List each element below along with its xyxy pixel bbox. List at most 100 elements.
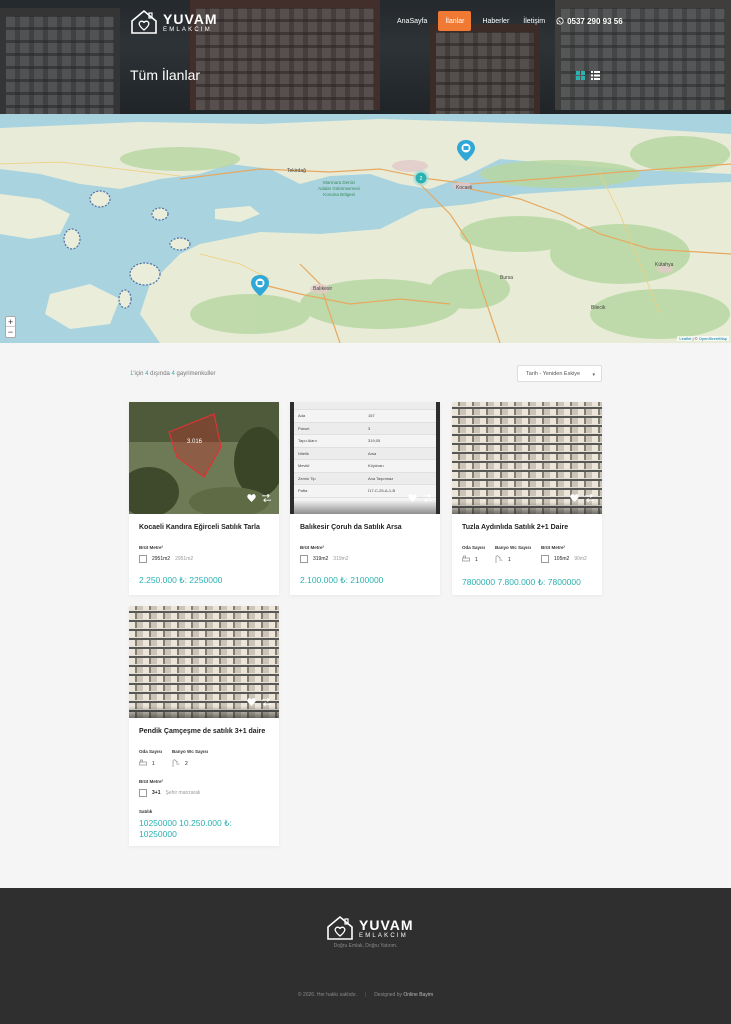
bathroom-count-label: Banyo Wc Sayısı xyxy=(495,545,532,551)
room-count-label: Oda Sayısı xyxy=(462,545,486,551)
result-count: 1'için 4 dışında 4 gayrimenkuller xyxy=(130,371,216,377)
house-heart-icon xyxy=(327,915,353,940)
parcel-field-value: Ana Taşınmaz xyxy=(360,472,440,485)
nav-item-contact[interactable]: İletişim xyxy=(516,11,552,31)
zoom-in-button[interactable]: + xyxy=(6,317,15,327)
listing-price: 10250000 10.250.000 ₺: 10250000 xyxy=(139,818,232,839)
attribution-separator: | © xyxy=(691,336,699,341)
listings-map[interactable]: Tekirdağ Kocaeli Balıkesir Bursa Bilecik… xyxy=(0,114,731,343)
footer-bottom: © 2026. Her hakkı saklıdır. | Designed by … xyxy=(0,992,731,998)
map-label-marmara-protected-area: Marmara Denizi Adalar Gülümsemesi Koruma… xyxy=(318,180,360,197)
compare-icon[interactable] xyxy=(262,693,271,711)
brut-label: Brüt Metre² xyxy=(139,779,164,785)
listing-image[interactable]: 3.016 xyxy=(129,402,279,514)
compare-icon[interactable] xyxy=(262,489,271,507)
footer-logo[interactable]: YUVAM EMLAKCIM xyxy=(326,915,414,941)
brut-label: Brüt Metre² xyxy=(139,545,164,551)
phone-link[interactable]: 0537 290 93 56 xyxy=(556,17,623,26)
map-label-bilecik: Bilecik xyxy=(591,305,606,311)
favorite-icon[interactable] xyxy=(408,489,417,507)
footer-logo-subtitle: EMLAKCIM xyxy=(359,932,408,939)
list-view-icon[interactable] xyxy=(591,71,600,80)
osm-link[interactable]: OpenStreetMap xyxy=(699,336,727,341)
result-count-mid: 'için xyxy=(133,371,146,377)
bed-icon xyxy=(139,759,147,768)
site-logo[interactable]: YUVAM EMLAKCIM xyxy=(130,9,218,35)
parcel-field-value: Köyüvan xyxy=(360,459,440,473)
map-cluster[interactable]: 2 xyxy=(413,170,429,186)
favorite-icon[interactable] xyxy=(247,489,256,507)
card-actions xyxy=(570,489,594,507)
room-count-value: 1 xyxy=(475,556,478,563)
zoom-out-button[interactable]: − xyxy=(6,327,15,337)
listing-card[interactable]: Tuzla Aydınlıda Satılık 2+1 Daire Oda Sa… xyxy=(452,402,602,595)
brut-value: 3+1 xyxy=(152,790,161,797)
nav-item-home[interactable]: AnaSayfa xyxy=(390,11,434,31)
listing-title[interactable]: Tuzla Aydınlıda Satılık 2+1 Daire xyxy=(462,523,592,532)
grid-view-icon[interactable] xyxy=(576,71,585,80)
listing-card[interactable]: 3.016 Kocaeli Kandıra Eğirceli Satılık T… xyxy=(129,402,279,595)
listing-image[interactable] xyxy=(129,606,279,718)
copyright-text: © 2026. Her hakkı saklıdır. xyxy=(297,992,357,998)
area-icon xyxy=(541,555,550,564)
main-nav: AnaSayfa İlanlar Haberler İletişim 0537 … xyxy=(390,11,623,31)
brut-value: 105m2 xyxy=(554,556,570,563)
listing-card[interactable]: Ada 157 Parsel 3 Tapu Alanı 319,05 Nitelik A… xyxy=(290,402,440,595)
whatsapp-icon xyxy=(556,17,564,25)
area-icon xyxy=(139,555,147,564)
map-label-kutahya: Kütahya xyxy=(655,262,674,268)
net-value: 90m2 xyxy=(574,556,587,563)
parcel-field-label: Parsel xyxy=(290,422,360,435)
net-value: 319m2 xyxy=(333,556,349,563)
nav-item-news[interactable]: Haberler xyxy=(475,11,516,31)
designer-link[interactable]: Online Bayim xyxy=(403,992,433,998)
listing-price: 2.250.000 ₺: 2250000 xyxy=(139,575,223,586)
listing-status: Satılık xyxy=(139,809,153,815)
favorite-icon[interactable] xyxy=(247,693,256,711)
map-cluster-count: 2 xyxy=(420,176,423,182)
shower-icon xyxy=(172,759,180,769)
map-attribution: Leaflet | © OpenStreetMap xyxy=(677,336,729,341)
sort-value: Tarih - Yeniden Eskiye xyxy=(526,370,581,377)
net-value: 2951m2 xyxy=(175,556,194,563)
listing-image[interactable]: Ada 157 Parsel 3 Tapu Alanı 319,05 Nitelik A… xyxy=(290,402,440,514)
sort-select[interactable]: Tarih - Yeniden Eskiye ▾ xyxy=(517,365,602,382)
result-count-suffix: gayrimenkuller xyxy=(174,371,216,377)
bathroom-count-value: 1 xyxy=(508,557,511,564)
bed-icon xyxy=(462,555,470,564)
card-actions xyxy=(247,489,271,507)
parcel-field-label: Nitelik xyxy=(290,447,360,460)
map-label-kocaeli: Kocaeli xyxy=(456,185,472,191)
favorite-icon[interactable] xyxy=(570,489,579,507)
logo-subtitle: EMLAKCIM xyxy=(163,26,212,33)
net-value: Şehir manzaralı xyxy=(165,790,201,797)
shower-icon xyxy=(495,555,503,565)
parcel-field-value: Arsa xyxy=(360,447,440,460)
listing-title[interactable]: Balıkesir Çoruh da Satılık Arsa xyxy=(300,523,430,532)
compare-icon[interactable] xyxy=(585,489,594,507)
phone-number: 0537 290 93 56 xyxy=(567,16,623,26)
map-label-tekirdag: Tekirdağ xyxy=(287,168,306,174)
brut-value: 2951m2 xyxy=(152,556,171,563)
room-count-value: 1 xyxy=(152,760,155,767)
listing-image[interactable] xyxy=(452,402,602,514)
card-actions xyxy=(408,489,432,507)
result-count-text: dışında xyxy=(148,371,172,377)
listing-card[interactable]: Pendik Çamçeşme de satılık 3+1 daire Oda… xyxy=(129,606,279,846)
room-count-label: Oda Sayısı xyxy=(139,749,163,755)
footer-separator: | xyxy=(364,992,367,998)
site-header: YUVAM EMLAKCIM AnaSayfa İlanlar Haberler… xyxy=(0,0,731,114)
card-actions xyxy=(247,693,271,711)
brut-label: Brüt Metre² xyxy=(300,545,325,551)
listing-title[interactable]: Kocaeli Kandıra Eğirceli Satılık Tarla xyxy=(139,523,269,532)
parcel-field-value: 319,05 xyxy=(360,434,440,448)
parcel-field-label: Mevkii xyxy=(290,459,360,473)
compare-icon[interactable] xyxy=(423,489,432,507)
map-label-balikesir: Balıkesir xyxy=(313,286,333,292)
leaflet-link[interactable]: Leaflet xyxy=(679,336,691,341)
area-icon xyxy=(300,555,308,564)
nav-item-listings[interactable]: İlanlar xyxy=(438,11,472,31)
parcel-field-value: 3 xyxy=(360,422,440,435)
listing-title[interactable]: Pendik Çamçeşme de satılık 3+1 daire xyxy=(139,727,269,736)
map-tiles: Tekirdağ Kocaeli Balıkesir Bursa Bilecik… xyxy=(0,114,731,343)
